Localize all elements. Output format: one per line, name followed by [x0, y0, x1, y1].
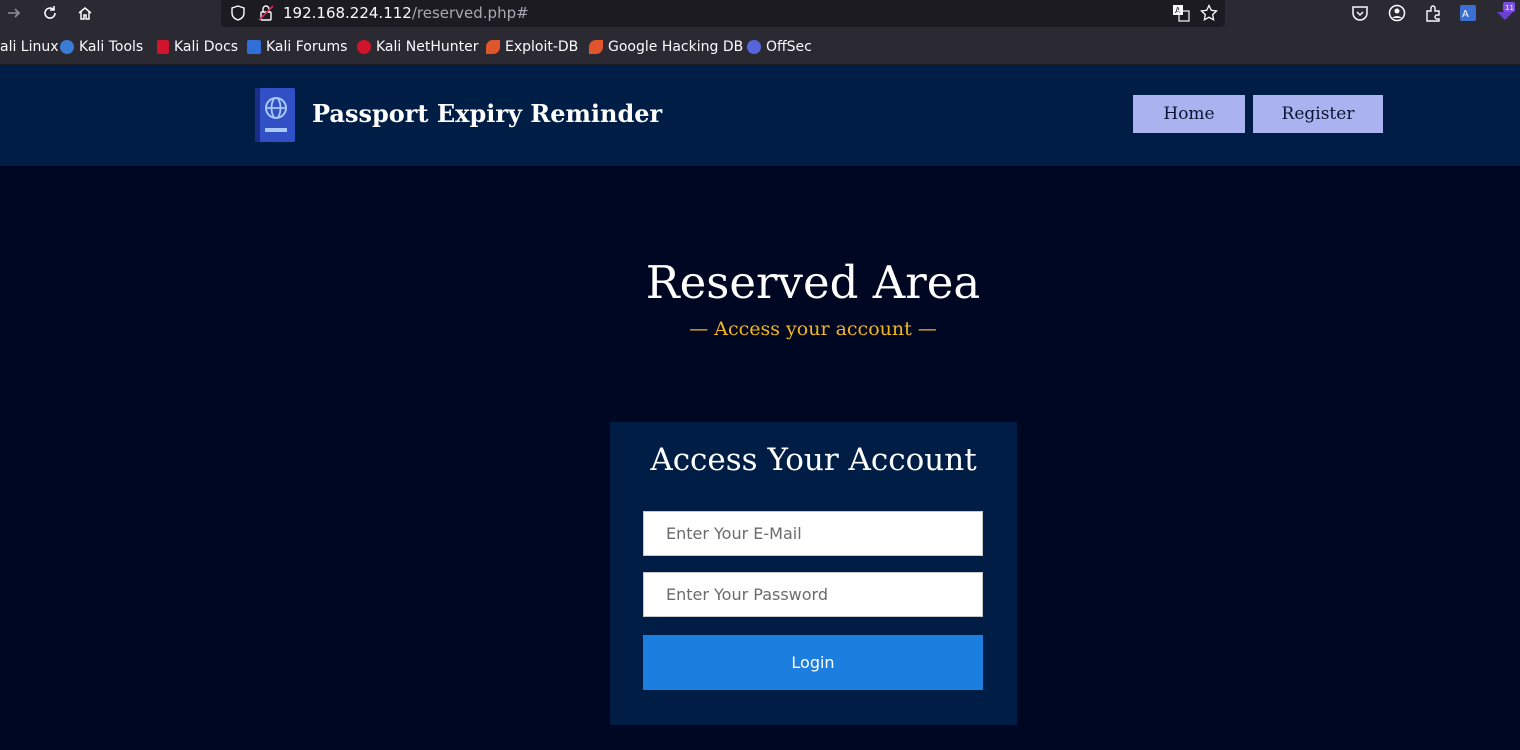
bookmark-label: Exploit-DB: [505, 39, 579, 55]
url-bar[interactable]: 192.168.224.112/reserved.php# A: [221, 0, 1225, 27]
bookmark-label: Google Hacking DB: [608, 39, 744, 55]
url-host: 192.168.224.112: [283, 4, 412, 22]
offsec-icon: [747, 40, 761, 54]
login-button[interactable]: Login: [643, 635, 983, 690]
home-icon[interactable]: [73, 2, 97, 24]
ghdb-icon: [589, 40, 603, 54]
page-subtitle: — Access your account —: [689, 318, 937, 340]
nav-home-button[interactable]: Home: [1133, 95, 1245, 133]
bookmark-label: Kali NetHunter: [376, 39, 479, 55]
bookmark-kali-forums[interactable]: Kali Forums: [247, 38, 347, 56]
nav-register-button[interactable]: Register: [1253, 95, 1383, 133]
url-path: /reserved.php#: [411, 4, 529, 22]
account-icon[interactable]: [1388, 4, 1406, 22]
passport-logo-icon[interactable]: [255, 88, 295, 142]
login-card-title: Access Your Account: [650, 442, 977, 478]
bookmark-label: Kali Tools: [79, 39, 144, 55]
nethunter-icon: [357, 40, 371, 54]
email-field[interactable]: [643, 511, 983, 556]
url-text[interactable]: 192.168.224.112/reserved.php#: [283, 4, 529, 22]
page-title: Reserved Area: [645, 256, 981, 309]
bookmark-label: Kali Forums: [266, 39, 348, 55]
login-card: Access Your Account Login: [610, 422, 1017, 725]
kali-forums-icon: [247, 40, 261, 54]
bookmark-label: ali Linux: [0, 39, 59, 55]
extension-badge-icon[interactable]: 11: [1495, 2, 1517, 20]
forward-icon[interactable]: [2, 2, 26, 24]
password-field[interactable]: [643, 572, 983, 617]
bookmark-label: Kali Docs: [174, 39, 239, 55]
kali-tools-icon: [60, 40, 74, 54]
svg-text:A: A: [1462, 9, 1469, 20]
extensions-icon[interactable]: [1424, 4, 1442, 22]
bookmark-kali-tools[interactable]: Kali Tools: [60, 38, 143, 56]
bookmark-offsec[interactable]: OffSec: [747, 38, 812, 56]
translator-extension-icon[interactable]: A: [1459, 4, 1477, 22]
insecure-lock-icon[interactable]: [257, 4, 275, 22]
pocket-icon[interactable]: [1351, 4, 1369, 22]
reload-icon[interactable]: [38, 2, 62, 24]
bookmark-label: OffSec: [766, 39, 812, 55]
bookmark-star-icon[interactable]: [1200, 3, 1218, 22]
bookmark-kali-nethunter[interactable]: Kali NetHunter: [357, 38, 478, 56]
bookmark-google-hacking-db[interactable]: Google Hacking DB: [589, 38, 743, 56]
translate-icon[interactable]: A: [1172, 4, 1190, 22]
shield-icon[interactable]: [229, 4, 247, 22]
exploit-db-icon: [486, 40, 500, 54]
site-title[interactable]: Passport Expiry Reminder: [312, 99, 662, 128]
kali-docs-icon: [157, 40, 169, 54]
bookmark-kali-docs[interactable]: Kali Docs: [157, 38, 238, 56]
bookmark-kali-linux[interactable]: ali Linux: [0, 38, 59, 56]
bookmark-exploit-db[interactable]: Exploit-DB: [486, 38, 578, 56]
svg-text:11: 11: [1505, 4, 1514, 12]
bookmarks-bar: ali Linux Kali Tools Kali Docs Kali Foru…: [0, 28, 1520, 65]
browser-toolbar: 192.168.224.112/reserved.php# A A 11: [0, 0, 1520, 28]
